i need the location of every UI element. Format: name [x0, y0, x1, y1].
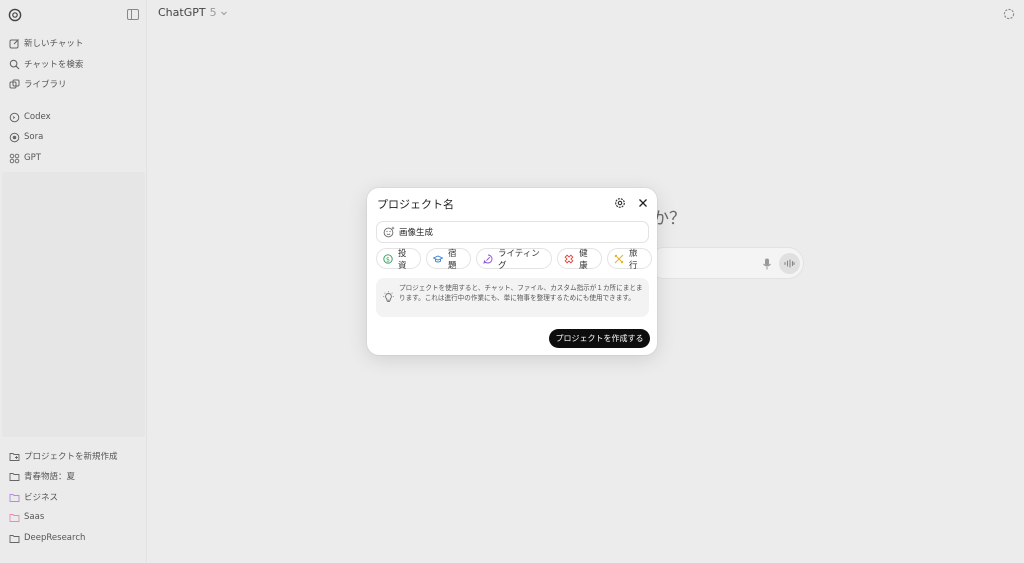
- sidebar-header: [0, 0, 146, 30]
- folder-icon: [9, 471, 20, 482]
- create-project-dialog: プロジェクト名 $ 投資 宿題 ライティング 健康: [367, 188, 657, 355]
- model-version: 5: [209, 6, 217, 19]
- sidebar-item-sora[interactable]: Sora: [9, 129, 139, 145]
- sidebar-toggle-icon[interactable]: [127, 9, 139, 20]
- gear-icon[interactable]: [614, 197, 626, 209]
- health-icon: [564, 254, 574, 264]
- sidebar-item-label: Sora: [24, 132, 44, 142]
- chip-health[interactable]: 健康: [557, 248, 603, 271]
- chip-writing[interactable]: ライティング: [475, 248, 553, 271]
- voice-mode-button[interactable]: [779, 253, 800, 274]
- create-project-button[interactable]: プロジェクトを作成する: [549, 329, 650, 348]
- sidebar: 新しいチャット チャットを検索 ライブラリ Codex Sora GPT プロジ…: [0, 0, 147, 563]
- microphone-icon[interactable]: [762, 258, 772, 270]
- sidebar-item-codex[interactable]: Codex: [9, 109, 139, 125]
- folder-plus-icon: [9, 451, 20, 462]
- svg-text:$: $: [386, 256, 390, 263]
- sidebar-item-gpt[interactable]: GPT: [9, 150, 139, 166]
- model-name: ChatGPT: [158, 6, 206, 19]
- sidebar-item-search[interactable]: チャットを検索: [9, 56, 139, 72]
- chip-travel[interactable]: 旅行: [607, 248, 653, 271]
- sidebar-item-library[interactable]: ライブラリ: [9, 76, 139, 92]
- openai-logo-icon[interactable]: [8, 8, 22, 22]
- sidebar-item-label: プロジェクトを新規作成: [24, 452, 118, 462]
- project-name-input[interactable]: [399, 227, 639, 237]
- chip-label: 健康: [579, 248, 588, 271]
- pen-bubble-icon: [483, 254, 493, 264]
- sidebar-item-new-chat[interactable]: 新しいチャット: [9, 35, 139, 51]
- sidebar-item-project[interactable]: 青春物語：夏: [9, 468, 139, 484]
- search-icon: [9, 59, 20, 70]
- info-text: プロジェクトを使用すると、チャット、ファイル、カスタム指示が１カ所にまとまります…: [399, 284, 643, 302]
- sidebar-item-label: チャットを検索: [24, 60, 84, 70]
- lightbulb-icon: [383, 291, 394, 302]
- temporary-chat-icon[interactable]: [1003, 8, 1015, 20]
- model-selector[interactable]: ChatGPT 5: [158, 6, 228, 19]
- sidebar-item-label: Codex: [24, 112, 51, 122]
- sidebar-item-project[interactable]: Saas: [9, 509, 139, 525]
- edit-icon: [9, 38, 20, 49]
- dollar-icon: $: [383, 253, 393, 264]
- category-chips: $ 投資 宿題 ライティング 健康 旅行: [376, 248, 657, 271]
- info-box: プロジェクトを使用すると、チャット、ファイル、カスタム指示が１カ所にまとまります…: [376, 278, 649, 317]
- sidebar-item-label: Saas: [24, 512, 45, 522]
- dialog-title: プロジェクト名: [377, 198, 454, 211]
- sidebar-item-label: 青春物語：夏: [24, 472, 76, 482]
- codex-icon: [9, 112, 20, 123]
- sidebar-item-project[interactable]: ビジネス: [9, 489, 139, 505]
- library-icon: [9, 79, 20, 90]
- sidebar-item-label: GPT: [24, 153, 41, 163]
- sidebar-item-new-project[interactable]: プロジェクトを新規作成: [9, 448, 139, 464]
- chip-label: 旅行: [629, 248, 638, 271]
- composer[interactable]: [648, 247, 804, 279]
- sidebar-item-project[interactable]: DeepResearch: [9, 530, 139, 546]
- folder-icon: [9, 533, 20, 544]
- chip-label: 宿題: [447, 248, 457, 271]
- sidebar-item-label: DeepResearch: [24, 533, 86, 543]
- sidebar-item-label: ビジネス: [24, 493, 59, 503]
- chip-homework[interactable]: 宿題: [425, 248, 471, 271]
- waveform-icon: [784, 259, 795, 268]
- project-name-field[interactable]: [376, 221, 649, 243]
- sidebar-item-label: 新しいチャット: [24, 39, 84, 49]
- chip-label: ライティング: [497, 248, 540, 271]
- plane-icon: [614, 254, 624, 264]
- close-icon[interactable]: [637, 197, 649, 209]
- sidebar-item-label: ライブラリ: [24, 80, 67, 90]
- sora-icon: [9, 132, 20, 143]
- folder-icon: [9, 492, 20, 503]
- grid-icon: [9, 153, 20, 164]
- chat-history-area: [2, 172, 145, 437]
- chevron-down-icon: [220, 11, 227, 15]
- welcome-heading: か？: [652, 209, 686, 229]
- folder-icon: [9, 512, 20, 523]
- graduation-cap-icon: [432, 254, 443, 264]
- chip-investment[interactable]: $ 投資: [376, 248, 421, 271]
- emoji-add-icon[interactable]: [383, 226, 395, 238]
- chip-label: 投資: [398, 248, 407, 271]
